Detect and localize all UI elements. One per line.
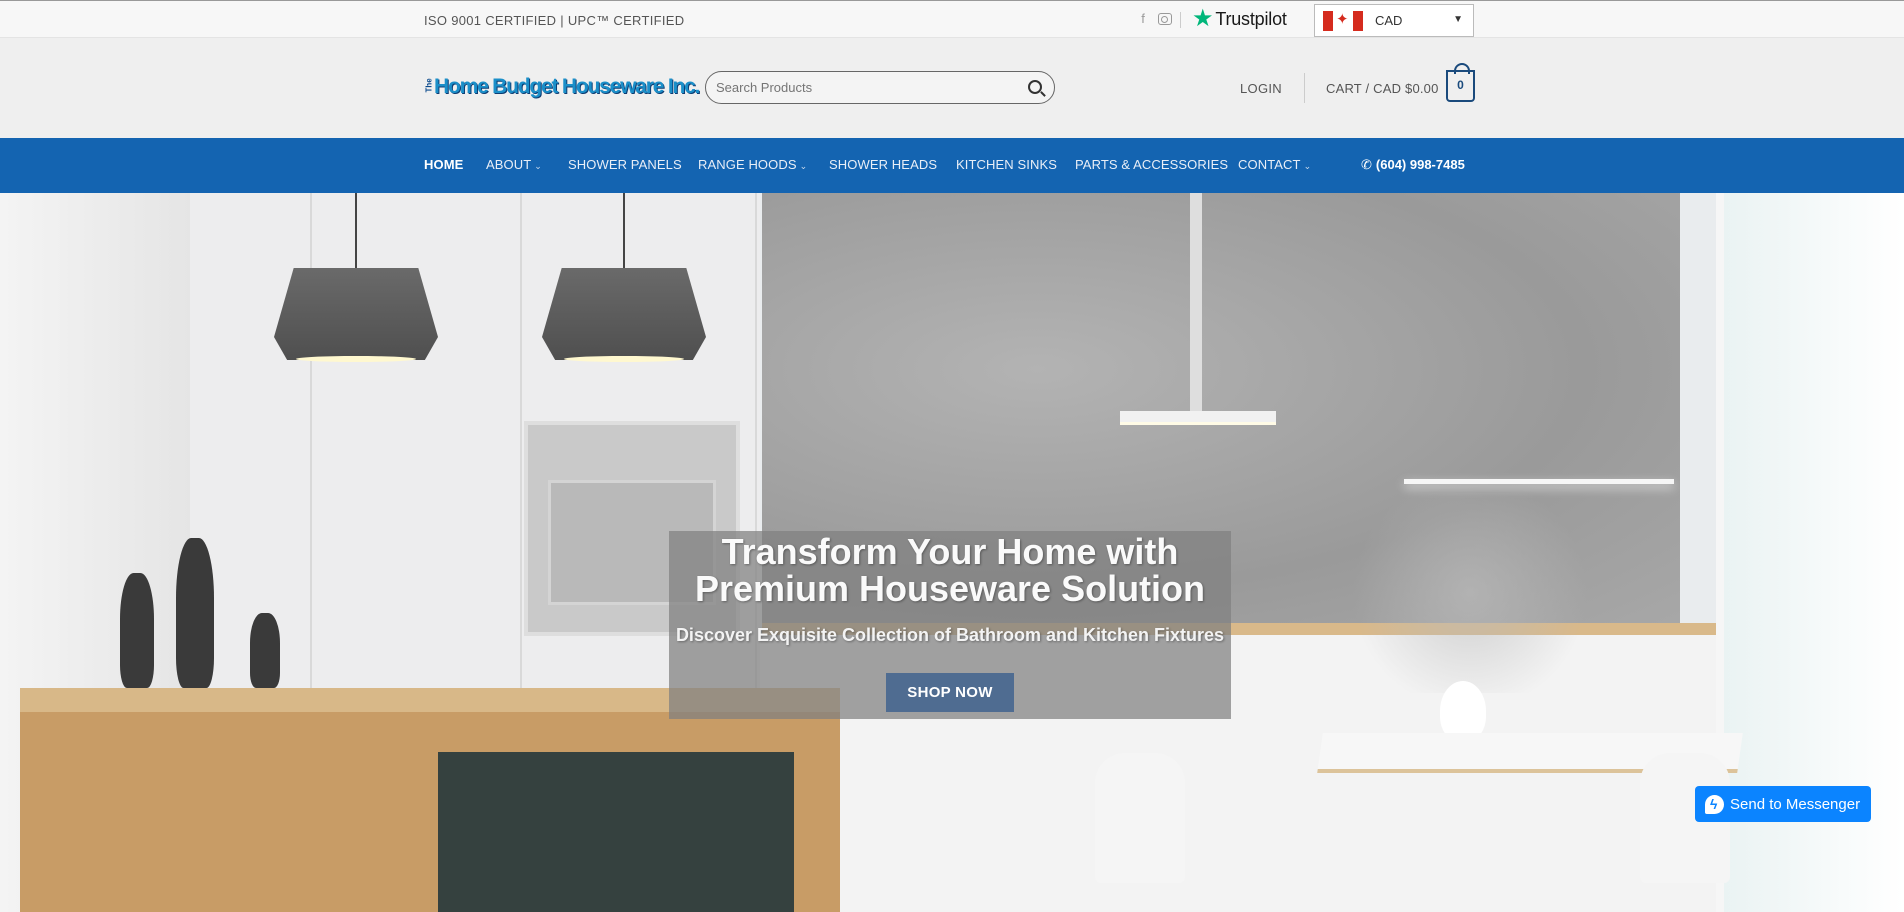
nav-shower-heads-label: SHOWER HEADS: [829, 157, 938, 172]
nav-parts-accessories-label: PARTS & ACCESSORIES: [1075, 157, 1229, 172]
hero-bg-pendant-lamp: [542, 268, 706, 360]
main-nav: HOME ABOUT ⌄ SHOWER PANELS RANGE HOODS ⌄ S…: [0, 138, 1904, 193]
cart-icon[interactable]: 0: [1446, 63, 1475, 102]
logo-prefix: The: [424, 77, 434, 92]
chevron-down-icon: ⌄: [1303, 161, 1312, 171]
nav-range-hoods-label: RANGE HOODS: [698, 157, 797, 172]
social-links: f: [1136, 11, 1172, 26]
top-bar: ISO 9001 CERTIFIED | UPC™ CERTIFIED f ★ …: [0, 0, 1904, 38]
search-icon[interactable]: [1028, 80, 1042, 94]
hero-title: Transform Your Home with Premium Housewa…: [669, 533, 1231, 607]
hero-banner: Transform Your Home with Premium Housewa…: [0, 193, 1904, 912]
nav-about-label: ABOUT: [486, 157, 532, 172]
hero-title-line-2: Premium Houseware Solution: [694, 568, 1206, 609]
nav-shower-panels-label: SHOWER PANELS: [568, 157, 682, 172]
dropdown-arrow-icon: ▼: [1453, 14, 1463, 25]
nav-shower-panels[interactable]: SHOWER PANELS: [568, 157, 682, 172]
phone-icon: ✆: [1361, 157, 1372, 172]
messenger-label: Send to Messenger: [1730, 795, 1861, 813]
divider: [1180, 12, 1181, 28]
hero-bg-vase: [176, 538, 214, 688]
divider: [1304, 73, 1305, 103]
phone-number: (604) 998-7485: [1375, 157, 1465, 172]
logo-name: Home Budget Houseware Inc.: [434, 75, 700, 98]
hero-subtitle: Discover Exquisite Collection of Bathroo…: [675, 625, 1225, 645]
nav-contact[interactable]: CONTACT ⌄: [1238, 157, 1311, 172]
hero-bg-pendant-light: [296, 356, 416, 362]
hero-bg-shelf: [1404, 479, 1674, 484]
currency-select[interactable]: CAD ▼: [1314, 4, 1474, 37]
site-header: The Home Budget Houseware Inc. LOGIN CAR…: [0, 38, 1904, 138]
shop-now-button[interactable]: SHOP NOW: [886, 673, 1014, 712]
canada-flag-icon: [1323, 10, 1363, 31]
send-to-messenger-button[interactable]: Send to Messenger: [1695, 786, 1871, 822]
facebook-icon[interactable]: f: [1136, 11, 1150, 26]
hero-bg-chair: [1095, 753, 1185, 883]
trustpilot-label: Trustpilot: [1215, 8, 1287, 29]
messenger-icon: [1705, 794, 1724, 814]
nav-about[interactable]: ABOUT ⌄: [486, 157, 542, 172]
hero-bg-vase: [120, 573, 154, 688]
search-bar: [705, 71, 1055, 104]
hero-bg-white-vase: [1440, 681, 1486, 741]
hero-bg-island: [20, 712, 840, 912]
instagram-icon[interactable]: [1158, 13, 1172, 25]
hero-bg-pendant-cord: [623, 193, 625, 268]
hero-bg-blossom-branches: [1320, 493, 1620, 693]
nav-home[interactable]: HOME: [424, 157, 463, 172]
hero-bg-range-hood-base: [1120, 411, 1276, 425]
hero-bg-pendant-light: [564, 356, 684, 362]
cart-link[interactable]: CART / CAD $0.00: [1326, 81, 1439, 96]
login-link[interactable]: LOGIN: [1240, 81, 1282, 96]
chevron-down-icon: ⌄: [799, 161, 808, 171]
nav-home-label: HOME: [424, 157, 464, 172]
trustpilot-star-icon: ★: [1192, 5, 1214, 32]
chevron-down-icon: ⌄: [534, 161, 542, 171]
hero-bg-pendant-cord: [355, 193, 357, 268]
nav-range-hoods[interactable]: RANGE HOODS ⌄: [698, 157, 807, 172]
hero-bg-range-hood: [1190, 193, 1202, 418]
hero-title-line-1: Transform Your Home with: [721, 531, 1179, 572]
phone-link[interactable]: ✆ (604) 998-7485: [1361, 157, 1465, 173]
hero-caption: Transform Your Home with Premium Housewa…: [669, 531, 1231, 719]
nav-shower-heads[interactable]: SHOWER HEADS: [829, 157, 937, 172]
nav-contact-label: CONTACT: [1238, 157, 1301, 172]
nav-parts-accessories[interactable]: PARTS & ACCESSORIES: [1075, 157, 1228, 172]
certifications-text: ISO 9001 CERTIFIED | UPC™ CERTIFIED: [424, 13, 685, 28]
nav-kitchen-sinks[interactable]: KITCHEN SINKS: [956, 157, 1057, 172]
hero-bg-vase: [250, 613, 280, 688]
site-logo[interactable]: The Home Budget Houseware Inc.: [424, 75, 701, 99]
search-input[interactable]: [716, 80, 1016, 95]
trustpilot-link[interactable]: ★ Trustpilot: [1192, 5, 1287, 32]
nav-kitchen-sinks-label: KITCHEN SINKS: [956, 157, 1057, 172]
currency-code: CAD: [1375, 13, 1403, 28]
hero-bg-pendant-lamp: [274, 268, 438, 360]
